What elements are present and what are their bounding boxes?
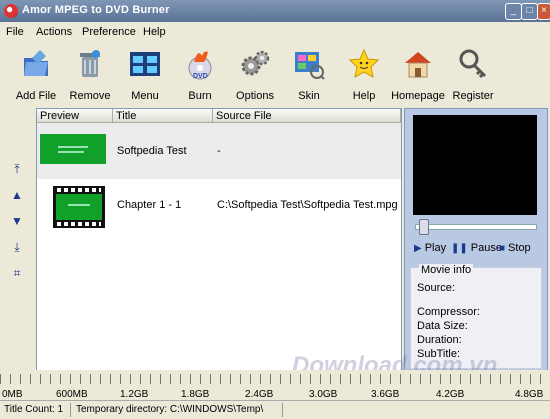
options-label: Options xyxy=(236,90,274,102)
remove-icon xyxy=(80,50,100,77)
column-preview[interactable]: Preview xyxy=(37,109,113,123)
window-title: Amor MPEG to DVD Burner xyxy=(22,4,170,16)
maximize-button[interactable]: □ xyxy=(521,3,538,20)
status-bar: Title Count: 1 Temporary directory: C:\W… xyxy=(0,400,550,419)
pause-button[interactable]: ❚❚ Pause xyxy=(451,242,502,254)
register-label: Register xyxy=(452,90,494,102)
add-file-label: Add File xyxy=(15,90,57,102)
movie-info-legend: Movie info xyxy=(419,264,474,276)
svg-text:DVD: DVD xyxy=(193,73,208,80)
film-thumbnail xyxy=(53,186,105,228)
seek-slider[interactable] xyxy=(415,224,537,230)
title-bar: Amor MPEG to DVD Burner _ □ × xyxy=(0,0,550,22)
remove-label: Remove xyxy=(69,90,111,102)
menu-label: Menu xyxy=(131,90,159,102)
move-up-icon[interactable]: ▲ xyxy=(10,188,24,202)
close-button[interactable]: × xyxy=(537,3,550,20)
options-button[interactable]: Options xyxy=(227,42,283,102)
scale-label: 1.2GB xyxy=(120,389,149,400)
homepage-label: Homepage xyxy=(391,90,445,102)
skin-icon xyxy=(295,52,325,80)
burn-button[interactable]: DVD Burn xyxy=(172,42,228,102)
disc-size-scale: 0MB 600MB 1.2GB 1.8GB 2.4GB 3.0GB 3.6GB … xyxy=(0,370,550,400)
move-top-icon[interactable]: ⤒ xyxy=(10,162,24,176)
home-icon xyxy=(405,52,431,78)
scale-label: 0MB xyxy=(2,389,23,400)
play-button[interactable]: ▶ Play xyxy=(414,242,446,254)
column-source-file[interactable]: Source File xyxy=(213,109,401,123)
burn-label: Burn xyxy=(188,90,212,102)
row-source: - xyxy=(217,145,221,157)
skin-label: Skin xyxy=(298,90,320,102)
info-data-size: Data Size: xyxy=(417,320,468,332)
seek-slider-handle[interactable] xyxy=(419,219,429,235)
pause-icon: ❚❚ xyxy=(451,243,468,254)
row-title: Chapter 1 - 1 xyxy=(117,199,182,211)
select-all-icon[interactable]: ⌗ xyxy=(10,266,24,280)
menu-icon xyxy=(130,52,160,76)
scale-label: 3.6GB xyxy=(371,389,400,400)
title-list: Preview Title Source File Softpedia Test… xyxy=(36,108,402,372)
move-down-icon[interactable]: ▼ xyxy=(10,214,24,228)
scale-ticks xyxy=(0,374,550,384)
help-label: Help xyxy=(352,90,376,102)
scale-label: 4.2GB xyxy=(436,389,465,400)
gear-icon xyxy=(241,50,270,76)
info-duration: Duration: xyxy=(417,334,462,346)
skin-button[interactable]: Skin xyxy=(281,42,337,102)
burn-icon: DVD xyxy=(188,51,212,80)
toolbar: Add File Remove Menu DVD Burn Options Sk… xyxy=(0,40,550,102)
move-bottom-icon[interactable]: ⤓ xyxy=(10,240,24,254)
key-icon xyxy=(459,49,487,79)
homepage-button[interactable]: Homepage xyxy=(390,42,446,102)
title-count: Title Count: 1 xyxy=(4,404,64,415)
remove-button[interactable]: Remove xyxy=(62,42,118,102)
scale-label: 4.8GB xyxy=(515,389,544,400)
menu-actions[interactable]: Actions xyxy=(36,26,72,38)
table-row[interactable]: Softpedia Test - xyxy=(37,123,401,179)
temp-directory: Temporary directory: C:\WINDOWS\Temp\ xyxy=(76,404,264,415)
table-row[interactable]: Chapter 1 - 1 C:\Softpedia Test\Softpedi… xyxy=(37,179,401,235)
menu-preference[interactable]: Preference xyxy=(82,26,136,38)
row-title: Softpedia Test xyxy=(117,145,187,157)
column-title[interactable]: Title xyxy=(113,109,213,123)
preview-panel: ▶ Play ❚❚ Pause ■ Stop Movie info Source: C… xyxy=(404,108,548,372)
scale-label: 1.8GB xyxy=(181,389,210,400)
scale-label: 600MB xyxy=(56,389,88,400)
stop-button[interactable]: ■ Stop xyxy=(499,242,531,254)
register-button[interactable]: Register xyxy=(445,42,501,102)
minimize-button[interactable]: _ xyxy=(505,3,522,20)
app-icon xyxy=(4,4,18,18)
add-file-button[interactable]: Add File xyxy=(8,42,64,102)
help-button[interactable]: Help xyxy=(336,42,392,102)
add-file-icon xyxy=(24,50,48,76)
preview-thumbnail xyxy=(40,134,106,164)
scale-label: 2.4GB xyxy=(245,389,274,400)
menu-help[interactable]: Help xyxy=(143,26,166,38)
video-preview xyxy=(413,115,537,215)
menu-button[interactable]: Menu xyxy=(117,42,173,102)
menu-bar: File Actions Preference Help xyxy=(0,22,550,40)
menu-file[interactable]: File xyxy=(6,26,24,38)
scale-label: 3.0GB xyxy=(309,389,338,400)
info-source: Source: xyxy=(417,282,455,294)
help-star-icon xyxy=(348,48,380,78)
stop-icon: ■ xyxy=(499,243,506,254)
order-controls: ⤒ ▲ ▼ ⤓ ⌗ xyxy=(8,160,28,290)
info-compressor: Compressor: xyxy=(417,306,480,318)
row-source: C:\Softpedia Test\Softpedia Test.mpg xyxy=(217,199,398,211)
play-icon: ▶ xyxy=(414,243,422,254)
